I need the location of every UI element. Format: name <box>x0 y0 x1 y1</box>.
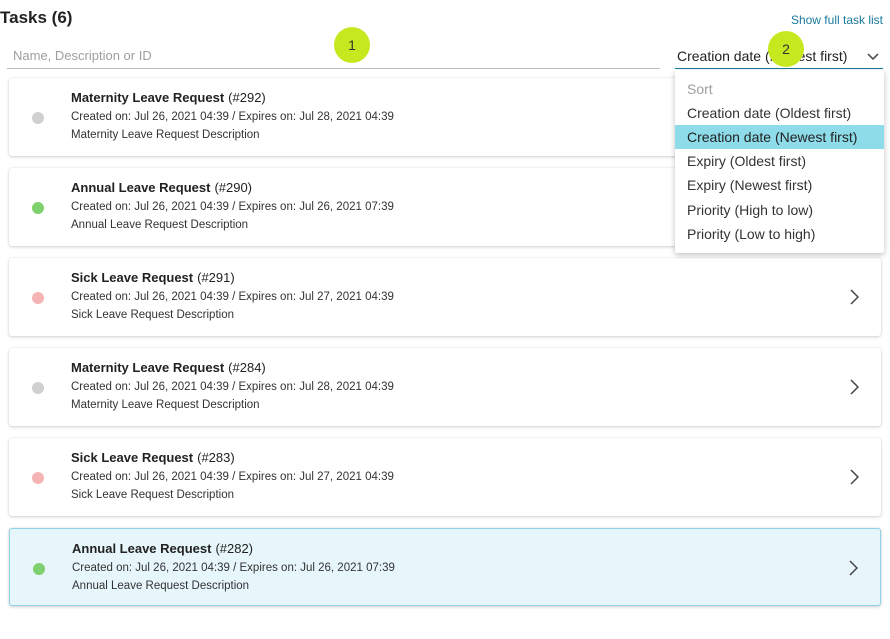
sort-option-creation-newest[interactable]: Creation date (Newest first) <box>675 125 884 149</box>
task-dates: Created on: Jul 26, 2021 04:39 / Expires… <box>71 201 394 213</box>
task-id: (#284) <box>228 360 266 375</box>
status-dot <box>32 472 44 484</box>
sort-option-expiry-oldest[interactable]: Expiry (Oldest first) <box>675 149 884 173</box>
task-id: (#291) <box>197 270 235 285</box>
task-title: Annual Leave Request (#282) <box>72 541 253 556</box>
sort-option-expiry-newest[interactable]: Expiry (Newest first) <box>675 173 884 197</box>
task-title: Maternity Leave Request (#292) <box>71 90 266 105</box>
task-card[interactable]: Sick Leave Request (#283) Created on: Jul… <box>9 438 881 516</box>
status-dot <box>32 382 44 394</box>
task-name: Annual Leave Request <box>72 541 212 556</box>
task-name: Annual Leave Request <box>71 180 211 195</box>
task-description: Maternity Leave Request Description <box>71 399 260 411</box>
chevron-right-icon <box>849 560 858 576</box>
task-dates: Created on: Jul 26, 2021 04:39 / Expires… <box>71 111 394 123</box>
status-dot <box>33 563 45 575</box>
status-dot <box>32 292 44 304</box>
task-description: Annual Leave Request Description <box>72 580 250 592</box>
sort-option-priority-high-low[interactable]: Priority (High to low) <box>675 198 884 222</box>
task-description: Annual Leave Request Description <box>71 219 249 231</box>
task-dates: Created on: Jul 26, 2021 04:39 / Expires… <box>71 471 394 483</box>
task-name: Maternity Leave Request <box>71 90 225 105</box>
chevron-right-icon <box>850 469 859 485</box>
sort-dropdown-menu: Sort Creation date (Oldest first) Creati… <box>675 70 884 253</box>
task-card[interactable]: Sick Leave Request (#291) Created on: Jul… <box>9 258 881 336</box>
status-dot <box>32 112 44 124</box>
chevron-down-icon <box>867 53 879 61</box>
chevron-right-icon <box>850 289 859 305</box>
task-description: Sick Leave Request Description <box>71 489 234 501</box>
status-dot <box>32 202 44 214</box>
task-title: Sick Leave Request (#291) <box>71 270 235 285</box>
task-dates: Created on: Jul 26, 2021 04:39 / Expires… <box>72 562 395 574</box>
task-dates: Created on: Jul 26, 2021 04:39 / Expires… <box>71 381 394 393</box>
sort-menu-header: Sort <box>687 81 713 97</box>
task-dates: Created on: Jul 26, 2021 04:39 / Expires… <box>71 291 394 303</box>
task-name: Maternity Leave Request <box>71 360 225 375</box>
task-id: (#283) <box>197 450 235 465</box>
task-card[interactable]: Maternity Leave Request (#284) Created on… <box>9 348 881 426</box>
task-title: Sick Leave Request (#283) <box>71 450 235 465</box>
task-name: Sick Leave Request <box>71 450 194 465</box>
task-description: Maternity Leave Request Description <box>71 129 260 141</box>
task-id: (#290) <box>214 180 253 195</box>
annotation-marker-2: 2 <box>768 31 804 67</box>
sort-option-creation-oldest[interactable]: Creation date (Oldest first) <box>675 101 884 125</box>
annotation-marker-1: 1 <box>334 27 370 63</box>
sort-selected-value: Creation date (Newest first) <box>677 48 848 64</box>
task-id: (#282) <box>215 541 254 556</box>
task-title: Maternity Leave Request (#284) <box>71 360 266 375</box>
show-full-task-list-link[interactable]: Show full task list <box>791 13 883 27</box>
sort-option-priority-low-high[interactable]: Priority (Low to high) <box>675 222 884 246</box>
task-name: Sick Leave Request <box>71 270 194 285</box>
task-id: (#292) <box>228 90 266 105</box>
task-card[interactable]: Annual Leave Request (#282) Created on: J… <box>9 528 881 606</box>
page-title: Tasks (6) <box>0 8 73 27</box>
chevron-right-icon <box>850 379 859 395</box>
task-description: Sick Leave Request Description <box>71 309 234 321</box>
task-title: Annual Leave Request (#290) <box>71 180 252 195</box>
